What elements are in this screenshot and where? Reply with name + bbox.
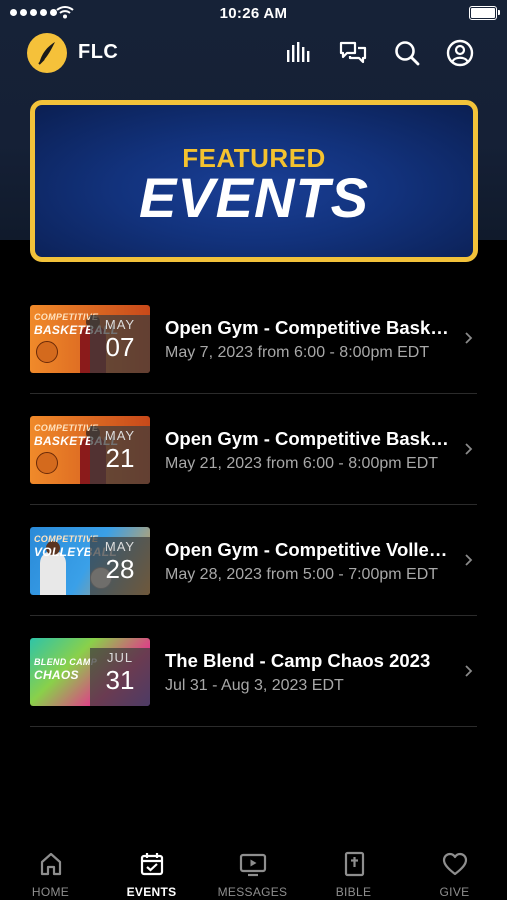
status-bar: 10:26 AM bbox=[0, 0, 507, 26]
featured-events-banner[interactable]: FEATURED EVENTS bbox=[30, 100, 478, 262]
event-subtitle: May 28, 2023 from 5:00 - 7:00pm EDT bbox=[165, 566, 439, 583]
app-header: FLC bbox=[0, 30, 507, 76]
profile-icon[interactable] bbox=[445, 38, 475, 68]
event-subtitle: May 7, 2023 from 6:00 - 8:00pm EDT bbox=[165, 344, 430, 361]
tv-icon bbox=[239, 853, 267, 877]
date-day: 31 bbox=[105, 665, 135, 695]
event-title: Open Gym - Competitive Basketball bbox=[165, 317, 457, 338]
date-badge: MAY 07 bbox=[90, 315, 150, 373]
search-icon[interactable] bbox=[392, 38, 422, 68]
basketball-image bbox=[36, 452, 58, 474]
battery-icon bbox=[469, 6, 500, 20]
chevron-right-icon bbox=[465, 554, 473, 566]
tab-label: MESSAGES bbox=[217, 885, 288, 899]
tab-bible[interactable]: BIBLE bbox=[303, 838, 404, 900]
event-subtitle: May 21, 2023 from 6:00 - 8:00pm EDT bbox=[165, 455, 439, 472]
audio-bars-icon[interactable] bbox=[284, 38, 314, 68]
date-day: 21 bbox=[105, 443, 135, 473]
event-row[interactable]: BLEND CAMP CHAOS JUL 31 The Blend - Camp… bbox=[0, 616, 507, 727]
event-row[interactable]: COMPETITIVE BASKETBALL MAY 07 Open Gym -… bbox=[0, 283, 507, 394]
tab-label: EVENTS bbox=[126, 885, 177, 899]
app-name: FLC bbox=[78, 41, 119, 63]
event-title: Open Gym - Competitive Basketball bbox=[165, 428, 457, 449]
status-time: 10:26 AM bbox=[219, 5, 288, 22]
thumbnail-text: BLEND CAMP CHAOS bbox=[34, 657, 97, 682]
event-thumbnail: COMPETITIVE BASKETBALL MAY 07 bbox=[30, 305, 150, 373]
bible-icon bbox=[344, 851, 365, 877]
event-title: The Blend - Camp Chaos 2023 bbox=[165, 650, 431, 671]
event-row[interactable]: COMPETITIVE BASKETBALL MAY 21 Open Gym -… bbox=[0, 394, 507, 505]
calendar-icon bbox=[140, 853, 164, 876]
home-icon bbox=[40, 852, 62, 876]
date-month: MAY bbox=[104, 317, 136, 332]
event-subtitle: Jul 31 - Aug 3, 2023 EDT bbox=[165, 677, 344, 694]
chat-icon[interactable] bbox=[338, 38, 368, 68]
tab-events[interactable]: EVENTS bbox=[101, 838, 202, 900]
date-month: MAY bbox=[104, 539, 136, 554]
date-badge: JUL 31 bbox=[90, 648, 150, 706]
heart-icon bbox=[442, 852, 468, 876]
tab-label: GIVE bbox=[439, 885, 470, 899]
date-day: 28 bbox=[105, 554, 135, 584]
tab-label: BIBLE bbox=[335, 885, 372, 899]
event-thumbnail: COMPETITIVE BASKETBALL MAY 21 bbox=[30, 416, 150, 484]
date-badge: MAY 21 bbox=[90, 426, 150, 484]
tab-label: HOME bbox=[31, 885, 70, 899]
tab-bar: HOME EVENTS MESSAGES BIBLE GIVE bbox=[0, 838, 507, 900]
banner-title: EVENTS bbox=[138, 166, 370, 229]
tab-give[interactable]: GIVE bbox=[404, 838, 505, 900]
chevron-right-icon bbox=[465, 665, 473, 677]
chevron-right-icon bbox=[465, 332, 473, 344]
logo-icon[interactable] bbox=[27, 33, 67, 73]
basketball-image bbox=[36, 341, 58, 363]
tab-home[interactable]: HOME bbox=[0, 838, 101, 900]
event-title: Open Gym - Competitive Volleyball bbox=[165, 539, 457, 560]
date-day: 07 bbox=[105, 332, 135, 362]
event-list: COMPETITIVE BASKETBALL MAY 07 Open Gym -… bbox=[0, 283, 507, 727]
date-month: MAY bbox=[104, 428, 136, 443]
chevron-right-icon bbox=[465, 443, 473, 455]
event-row[interactable]: COMPETITIVE VOLLEYBALL MAY 28 Open Gym -… bbox=[0, 505, 507, 616]
date-month: JUL bbox=[106, 650, 134, 665]
event-thumbnail: BLEND CAMP CHAOS JUL 31 bbox=[30, 638, 150, 706]
divider bbox=[30, 726, 477, 727]
event-thumbnail: COMPETITIVE VOLLEYBALL MAY 28 bbox=[30, 527, 150, 595]
date-badge: MAY 28 bbox=[90, 537, 150, 595]
tab-messages[interactable]: MESSAGES bbox=[202, 838, 303, 900]
